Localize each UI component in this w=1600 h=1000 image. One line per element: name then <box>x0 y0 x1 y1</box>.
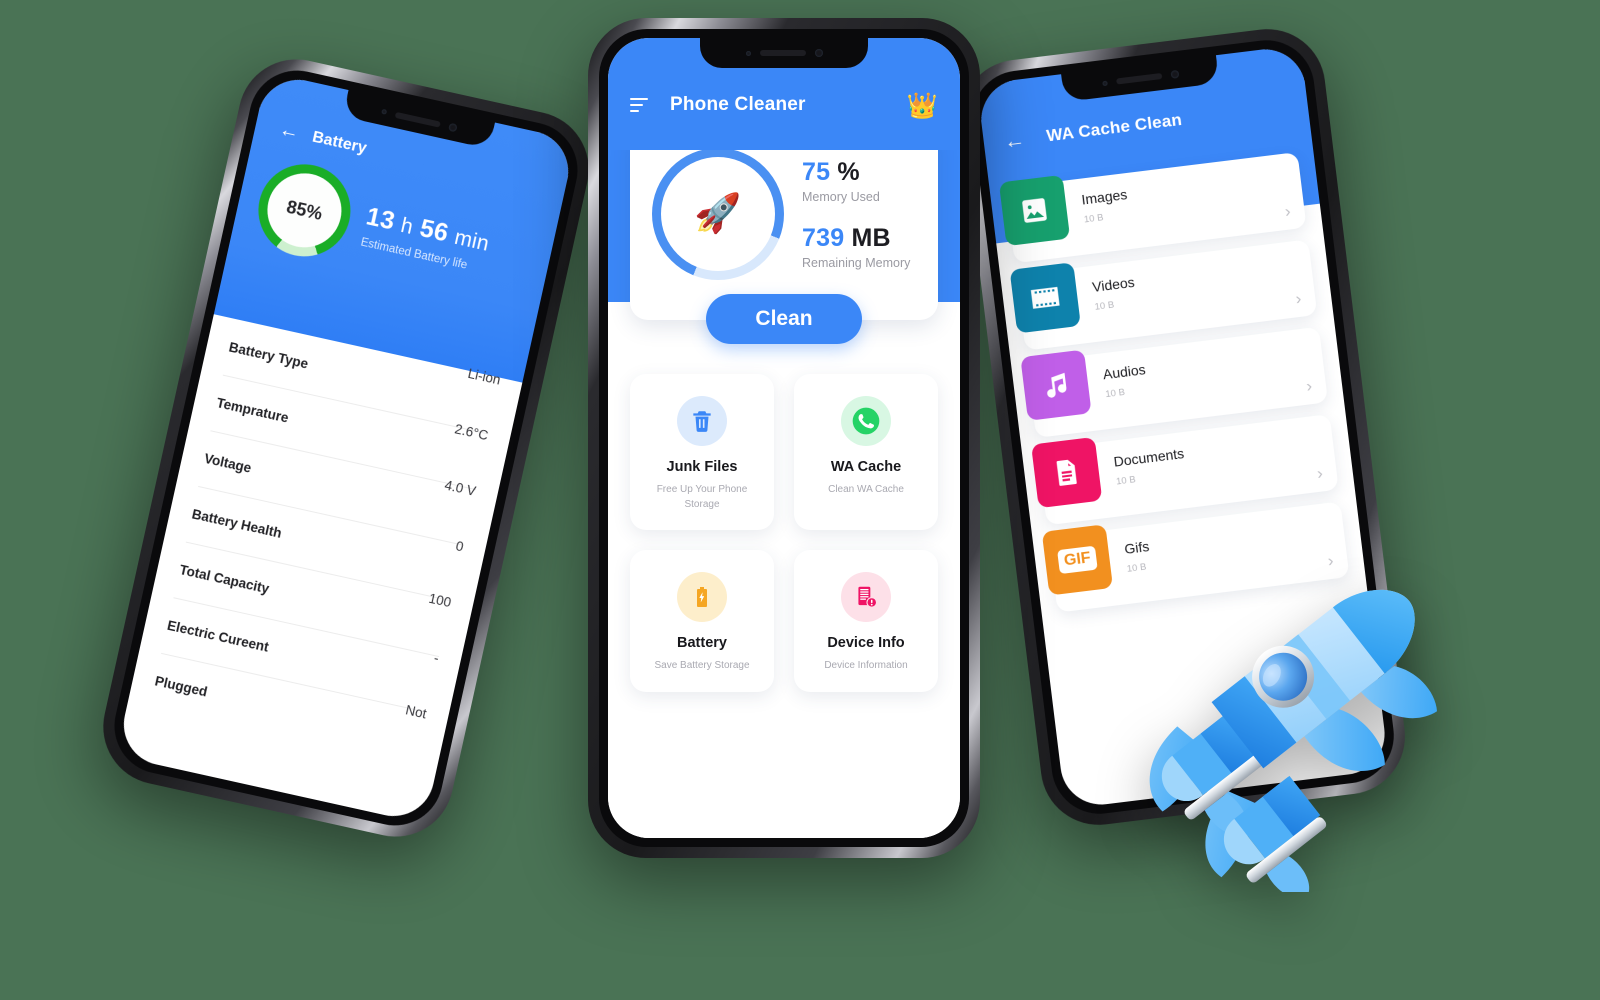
tile-device-info[interactable]: Device Info Device Information <box>794 550 938 692</box>
tile-title: Device Info <box>827 635 905 651</box>
memory-used-value: 75 % <box>802 158 916 187</box>
tile-title: WA Cache <box>830 459 902 475</box>
battery-screen: ← Battery 85% 13 h 56 min Estimated Batt… <box>115 72 577 824</box>
rocket-3d-illustration <box>1149 589 1438 892</box>
feature-tiles: Junk Files Free Up Your Phone Storage WA… <box>608 344 960 692</box>
trash-icon <box>677 396 727 446</box>
list-item-text: Videos 10 B <box>1090 244 1279 313</box>
whatsapp-icon <box>841 396 891 446</box>
rocket-icon: 🚀 <box>694 193 742 235</box>
earpiece-speaker <box>1115 73 1162 85</box>
memory-progress-ring: 🚀 <box>652 148 784 280</box>
arrow-left-icon[interactable]: ← <box>1003 128 1027 153</box>
chevron-right-icon[interactable]: › <box>1305 376 1314 404</box>
memory-remaining-value: 739 MB <box>802 224 916 253</box>
page-title: Battery <box>310 128 369 157</box>
sensor-icon <box>1101 80 1108 86</box>
image-icon <box>998 174 1071 247</box>
ring-track: 85% <box>249 155 360 266</box>
phone-bezel: ← Battery 85% 13 h 56 min Estimated Batt… <box>105 61 587 835</box>
time-minutes-unit: min <box>452 225 492 256</box>
chevron-right-icon[interactable]: › <box>1316 463 1325 491</box>
clean-button[interactable]: Clean <box>706 294 862 344</box>
memory-used-number: 75 <box>802 158 831 186</box>
mockup-stage: ← Battery 85% 13 h 56 min Estimated Batt… <box>0 0 1600 1000</box>
row-label: Battery Health <box>190 506 284 541</box>
front-camera-icon <box>814 49 823 57</box>
chevron-right-icon[interactable]: › <box>1284 201 1293 229</box>
tile-title: Junk Files <box>666 459 738 475</box>
battery-percent-label: 85% <box>284 196 325 224</box>
tile-wa-cache[interactable]: WA Cache Clean WA Cache <box>794 374 938 530</box>
tile-junk-files[interactable]: Junk Files Free Up Your Phone Storage <box>630 374 774 530</box>
tile-subtitle: Save Battery Storage <box>654 660 750 671</box>
row-label: Total Capacity <box>178 562 271 597</box>
notch <box>700 38 868 68</box>
memory-remaining-caption: Remaining Memory <box>802 256 911 270</box>
phone-cleaner-screen: Phone Cleaner 👑 🚀 75 % Memory Used 739 M… <box>608 38 960 838</box>
page-title: WA Cache Clean <box>1045 109 1183 146</box>
music-icon <box>1020 349 1092 421</box>
memory-used-unit: % <box>837 158 860 186</box>
tile-subtitle: Free Up Your Phone Storage <box>656 484 748 510</box>
device-info-icon <box>841 572 891 622</box>
row-label: Electric Cureent <box>165 617 271 655</box>
battery-info-list: Battery Type Li-ion Temprature 2.6°C Vol… <box>127 314 523 773</box>
appbar-left-group: Phone Cleaner <box>630 94 806 116</box>
app-title: Phone Cleaner <box>670 94 806 115</box>
front-camera-icon <box>447 122 458 132</box>
tile-title: Battery <box>677 635 727 651</box>
sensor-icon <box>745 50 751 56</box>
battery-percent-ring: 85% <box>249 155 360 266</box>
row-value: 0 <box>454 538 465 555</box>
tile-battery[interactable]: Battery Save Battery Storage <box>630 550 774 692</box>
arrow-left-icon[interactable]: ← <box>277 118 301 145</box>
crown-icon[interactable]: 👑 <box>907 94 938 119</box>
memory-remaining-unit: MB <box>851 224 891 252</box>
phone-device-cleaner: Phone Cleaner 👑 🚀 75 % Memory Used 739 M… <box>588 18 980 858</box>
document-icon <box>1031 436 1103 509</box>
row-label: Temprature <box>215 395 290 426</box>
row-value: Not <box>404 702 428 722</box>
battery-time-block: 13 h 56 min Estimated Battery life <box>360 200 493 275</box>
memory-remaining-number: 739 <box>802 224 845 252</box>
sensor-icon <box>380 108 387 115</box>
list-item-text: Audios 10 B <box>1100 331 1289 400</box>
row-label: Battery Type <box>227 339 310 372</box>
time-hours: 13 <box>363 201 398 236</box>
memory-used-caption: Memory Used <box>802 190 880 204</box>
tile-subtitle: Clean WA Cache <box>828 484 904 495</box>
tile-subtitle: Device Information <box>824 660 908 671</box>
memory-stats: 75 % Memory Used 739 MB Remaining Memory <box>798 158 916 270</box>
hamburger-menu-icon[interactable] <box>630 97 648 113</box>
list-item-text: Documents 10 B <box>1111 418 1300 487</box>
battery-bolt-icon <box>677 572 727 622</box>
phone-bezel: Phone Cleaner 👑 🚀 75 % Memory Used 739 M… <box>599 29 969 847</box>
time-hours-unit: h <box>398 213 416 239</box>
row-label: Voltage <box>202 450 253 476</box>
earpiece-speaker <box>759 50 806 56</box>
earpiece-speaker <box>394 111 441 128</box>
memory-summary-card: 🚀 75 % Memory Used 739 MB Remaining Memo… <box>630 124 938 320</box>
video-icon <box>1009 262 1081 334</box>
phone-device-battery: ← Battery 85% 13 h 56 min Estimated Batt… <box>92 48 600 848</box>
row-label: Plugged <box>153 673 209 700</box>
front-camera-icon <box>1170 69 1179 79</box>
chevron-right-icon[interactable]: › <box>1294 289 1304 317</box>
list-item-text: Images 10 B <box>1079 156 1268 225</box>
cleaner-body: 🚀 75 % Memory Used 739 MB Remaining Memo… <box>608 124 960 838</box>
time-minutes: 56 <box>417 213 452 248</box>
